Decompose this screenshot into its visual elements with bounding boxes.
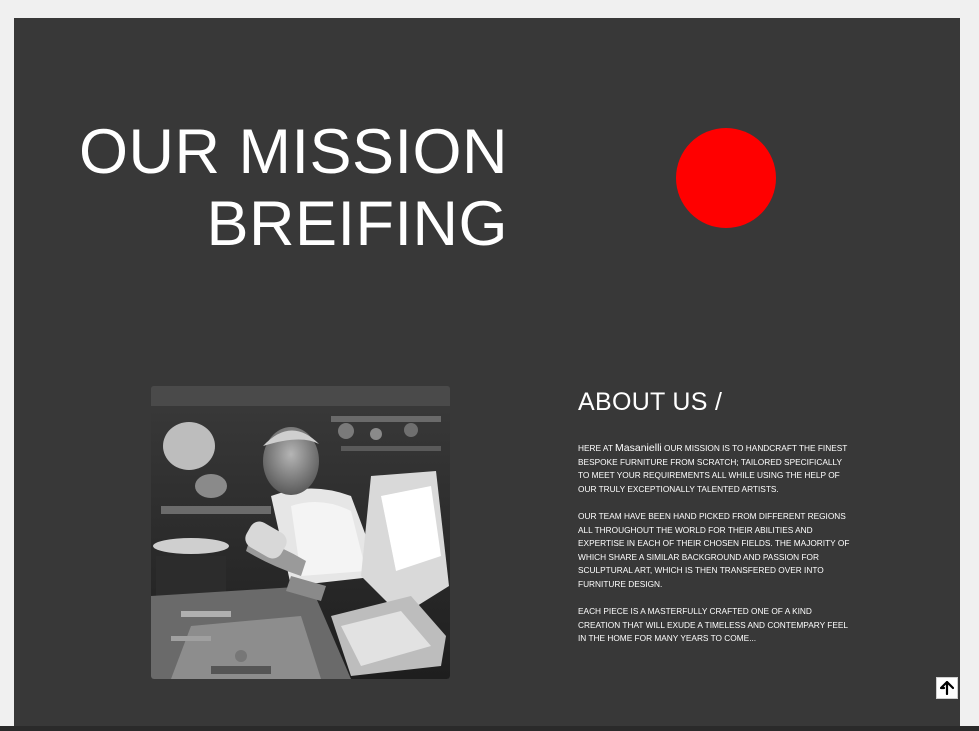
scroll-to-top-button[interactable] [936,677,958,699]
about-paragraph-2: OUR TEAM HAVE BEEN HAND PICKED FROM DIFF… [578,510,850,589]
about-body: HERE AT Masanielli OUR MISSION IS TO HAN… [578,442,853,660]
mission-section: OUR MISSION BREIFING ABOUT US / HERE AT … [14,18,960,731]
about-paragraph-1: HERE AT Masanielli OUR MISSION IS TO HAN… [578,442,853,496]
arrow-up-icon [940,681,954,695]
next-section-edge [0,726,979,731]
craftsman-photo [151,386,450,679]
about-p1-prefix: HERE AT [578,443,616,453]
about-paragraph-3: EACH PIECE IS A MASTERFULLY CRAFTED ONE … [578,606,848,644]
page-title: OUR MISSION BREIFING [74,116,508,260]
title-line-1: OUR MISSION [78,117,508,187]
title-line-2: BREIFING [206,189,508,259]
scrollbar-gutter [960,0,979,731]
red-circle-accent [676,128,776,228]
about-heading: ABOUT US / [578,388,723,416]
brand-name: Masanielli [615,442,662,454]
